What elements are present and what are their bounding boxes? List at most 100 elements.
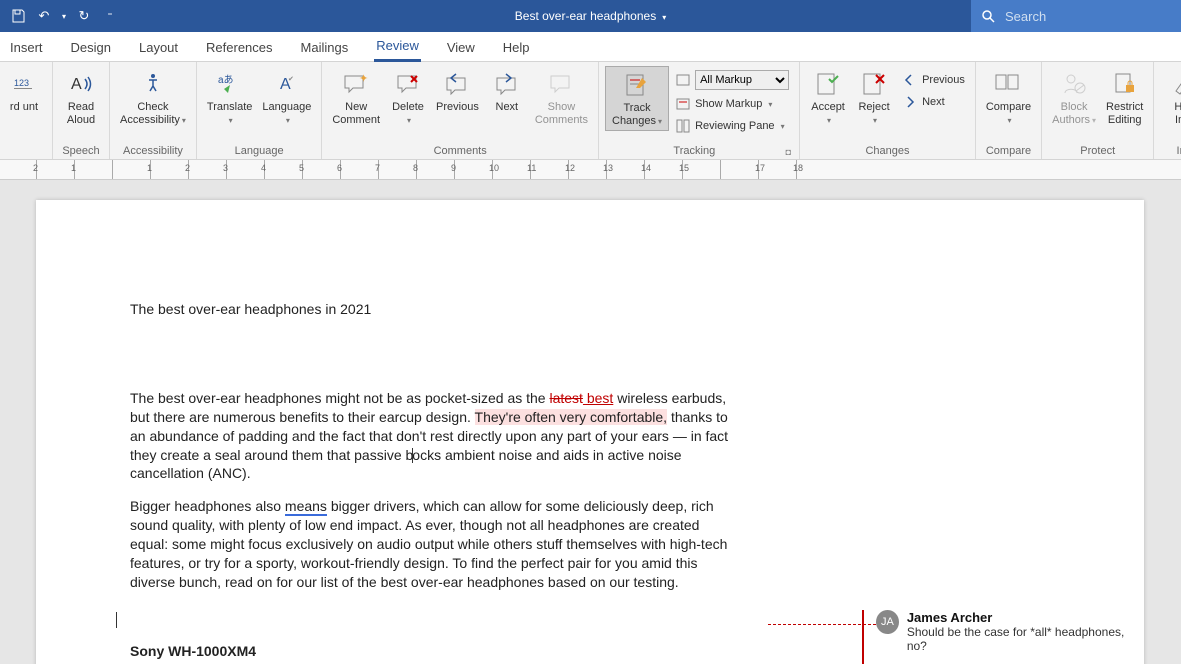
cursor-indicator [116, 612, 117, 628]
compare-icon [992, 68, 1024, 100]
chevron-down-icon: ▾ [182, 116, 186, 125]
tracking-launcher-icon[interactable]: ◘ [784, 147, 793, 158]
hide-ink-button[interactable]: Hic Ink [1160, 66, 1181, 127]
svg-text:A: A [71, 76, 82, 93]
previous-change-icon [902, 72, 918, 88]
doc-paragraph-2[interactable]: Bigger headphones also means bigger driv… [130, 497, 738, 591]
chevron-down-icon: ▾ [1092, 116, 1096, 125]
tab-help[interactable]: Help [501, 34, 532, 61]
previous-change-button[interactable]: Previous [898, 70, 969, 90]
translate-icon: aあ [214, 68, 246, 100]
block-authors-icon [1058, 68, 1090, 100]
svg-text:✦: ✦ [359, 73, 368, 85]
svg-text:aあ: aあ [218, 74, 234, 86]
previous-comment-icon [441, 68, 473, 100]
track-changes-icon [621, 69, 653, 101]
chevron-down-icon: ▾ [873, 116, 877, 125]
ribbon-tabs: Insert Design Layout References Mailings… [0, 32, 1181, 62]
group-tracking: Track Changes▾ All Markup Show Markup▾ R… [599, 62, 800, 159]
group-protect: Block Authors▾ Restrict Editing Protect [1042, 62, 1154, 159]
group-proofing-partial: 123 rd unt [0, 62, 53, 159]
document-page[interactable]: The best over-ear headphones in 2021 The… [36, 200, 1144, 664]
group-compare: Compare▾ Compare [976, 62, 1042, 159]
chevron-down-icon: ▾ [407, 116, 411, 125]
next-comment-icon [491, 68, 523, 100]
chevron-down-icon: ▾ [827, 116, 831, 125]
inserted-text[interactable]: best [583, 390, 613, 406]
display-review-select[interactable]: All Markup [695, 70, 789, 90]
chevron-down-icon: ▾ [286, 116, 290, 125]
doc-subheading[interactable]: Sony WH-1000XM4 [130, 642, 738, 661]
document-title[interactable]: Best over-ear headphones [515, 9, 666, 23]
check-accessibility-button[interactable]: Check Accessibility▾ [116, 66, 190, 127]
tab-layout[interactable]: Layout [137, 34, 180, 61]
chevron-down-icon: ▾ [781, 122, 785, 131]
new-comment-icon: ✦ [340, 68, 372, 100]
svg-text:✔: ✔ [288, 76, 294, 83]
grammar-error[interactable]: means [285, 498, 327, 516]
show-markup-button[interactable]: Show Markup▾ [671, 94, 793, 114]
accept-icon [812, 68, 844, 100]
comment-text[interactable]: Should be the case for *all* headphones,… [907, 625, 1136, 653]
redo-icon[interactable]: ↻ [72, 4, 96, 28]
search-input[interactable] [1005, 9, 1171, 24]
next-change-button[interactable]: Next [898, 92, 969, 112]
block-authors-button: Block Authors▾ [1048, 66, 1100, 127]
deleted-text[interactable]: latest [549, 390, 582, 406]
show-comments-icon [545, 68, 577, 100]
tab-references[interactable]: References [204, 34, 274, 61]
search-box[interactable] [971, 0, 1181, 32]
reviewing-pane-icon [675, 118, 691, 134]
tab-design[interactable]: Design [69, 34, 113, 61]
display-review-icon [675, 72, 691, 88]
restrict-editing-icon [1109, 68, 1141, 100]
group-ink: Hic Ink Inl [1154, 62, 1181, 159]
tab-mailings[interactable]: Mailings [299, 34, 351, 61]
document-body[interactable]: The best over-ear headphones in 2021 The… [130, 300, 738, 661]
word-count-button[interactable]: 123 rd unt [2, 66, 46, 114]
qat-customize-icon[interactable]: ⁼ [98, 4, 122, 28]
chevron-down-icon: ▾ [1007, 116, 1011, 125]
read-aloud-button[interactable]: A Read Aloud [59, 66, 103, 127]
restrict-editing-button[interactable]: Restrict Editing [1102, 66, 1147, 127]
chevron-down-icon: ▾ [658, 117, 662, 126]
reviewing-pane-button[interactable]: Reviewing Pane▾ [671, 116, 793, 136]
tab-view[interactable]: View [445, 34, 477, 61]
document-workspace[interactable]: The best over-ear headphones in 2021 The… [0, 180, 1181, 664]
comment-avatar: JA [876, 610, 899, 634]
show-markup-icon [675, 96, 691, 112]
commented-range[interactable]: They're often very comfortable, [475, 409, 668, 425]
horizontal-ruler[interactable]: 21 123 456 789 101112 131415 1718 [0, 160, 1181, 180]
svg-text:123: 123 [14, 78, 29, 88]
group-language: aあ Translate▾ A✔ Language▾ Language [197, 62, 322, 159]
tab-insert[interactable]: Insert [8, 34, 45, 61]
change-indicator-bar [862, 610, 864, 664]
search-icon [981, 9, 995, 23]
next-comment-button[interactable]: Next [485, 66, 529, 114]
undo-icon[interactable]: ↶ [32, 4, 56, 28]
tab-review[interactable]: Review [374, 32, 421, 62]
previous-comment-button[interactable]: Previous [432, 66, 483, 114]
display-for-review[interactable]: All Markup [671, 68, 793, 92]
delete-comment-button[interactable]: Delete▾ [386, 66, 430, 127]
new-comment-button[interactable]: ✦ New Comment [328, 66, 384, 127]
save-icon[interactable] [6, 4, 30, 28]
group-comments: ✦ New Comment Delete▾ Previous Next Show… [322, 62, 599, 159]
compare-button[interactable]: Compare▾ [982, 66, 1035, 127]
track-changes-button[interactable]: Track Changes▾ [605, 66, 669, 131]
accessibility-icon [137, 68, 169, 100]
comment-balloon[interactable]: JA James Archer Should be the case for *… [876, 610, 1136, 653]
accept-button[interactable]: Accept▾ [806, 66, 850, 127]
doc-paragraph-1[interactable]: The best over-ear headphones might not b… [130, 389, 738, 483]
word-count-icon: 123 [8, 68, 40, 100]
comment-connector [768, 624, 876, 625]
next-change-icon [902, 94, 918, 110]
show-comments-button: Show Comments [531, 66, 592, 127]
reject-button[interactable]: Reject▾ [852, 66, 896, 127]
reject-icon [858, 68, 890, 100]
ink-icon [1166, 68, 1181, 100]
translate-button[interactable]: aあ Translate▾ [203, 66, 256, 127]
doc-heading[interactable]: The best over-ear headphones in 2021 [130, 300, 738, 319]
undo-dropdown-icon[interactable]: ▾ [58, 4, 70, 28]
language-button[interactable]: A✔ Language▾ [258, 66, 315, 127]
